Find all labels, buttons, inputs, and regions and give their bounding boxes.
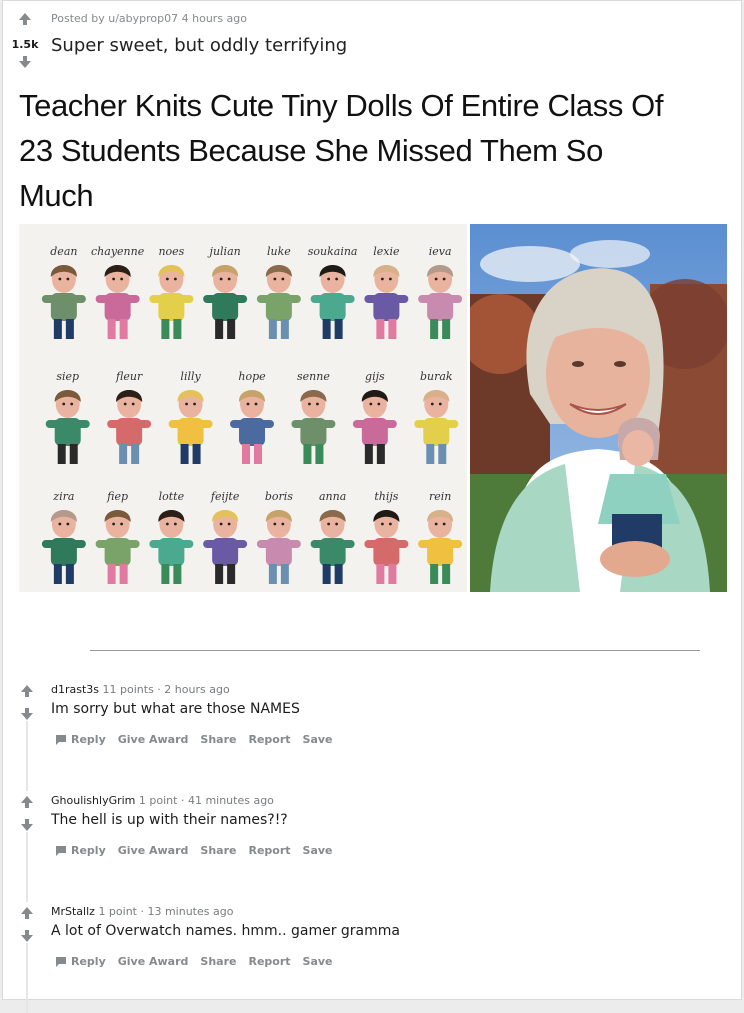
- save-button[interactable]: Save: [303, 955, 333, 968]
- downvote-icon[interactable]: [17, 54, 33, 70]
- doll-name-label: luke: [267, 245, 291, 258]
- doll-name-label: gijs: [365, 370, 385, 383]
- share-button[interactable]: Share: [200, 844, 236, 857]
- comment-meta: GhoulishlyGrim 1 point · 41 minutes ago: [51, 794, 274, 807]
- post-container: 1.5k Posted by u/abyprop07 4 hours ago S…: [2, 0, 742, 1013]
- doll-name-label: siep: [56, 370, 79, 383]
- post-score: 1.5k: [11, 38, 39, 51]
- report-label: Report: [248, 733, 291, 746]
- save-label: Save: [302, 844, 333, 857]
- doll-name-label: dean: [50, 245, 77, 258]
- reply-label: Reply: [71, 844, 106, 857]
- doll-name-label: burak: [420, 370, 453, 383]
- teacher-illustration: [470, 224, 727, 592]
- award-label: Give Award: [117, 844, 189, 857]
- comment-author[interactable]: d1rast3s: [51, 683, 99, 696]
- save-label: Save: [302, 955, 333, 968]
- doll-name-label: lexie: [373, 245, 400, 258]
- comment-actions: Reply Give Award Share Report Save: [55, 844, 333, 857]
- comment-author[interactable]: GhoulishlyGrim: [51, 794, 135, 807]
- doll-name-label: lotte: [159, 490, 185, 503]
- doll-name-label: feijte: [210, 490, 240, 503]
- upvote-icon[interactable]: [19, 683, 35, 699]
- upvote-icon[interactable]: [19, 905, 35, 921]
- downvote-icon[interactable]: [19, 928, 35, 944]
- comment-points-time: 1 point · 13 minutes ago: [98, 905, 234, 918]
- comment-meta: MrStallz 1 point · 13 minutes ago: [51, 905, 233, 918]
- doll-name-label: chayenne: [91, 245, 145, 258]
- downvote-icon[interactable]: [19, 817, 35, 833]
- comment-actions: Reply Give Award Share Report Save: [55, 733, 333, 746]
- doll-name-label: zira: [52, 490, 74, 503]
- give-award-button[interactable]: Give Award: [118, 733, 189, 746]
- award-label: Give Award: [117, 955, 189, 968]
- chat-bubble-icon: [56, 956, 66, 967]
- chat-bubble-icon: [56, 845, 66, 856]
- doll-name-label: lilly: [180, 370, 201, 383]
- report-button[interactable]: Report: [248, 844, 290, 857]
- chat-bubble-icon: [56, 734, 66, 745]
- reply-label: Reply: [71, 733, 106, 746]
- doll-name-label: fleur: [115, 370, 143, 383]
- report-button[interactable]: Report: [248, 733, 290, 746]
- doll-name-label: hope: [238, 370, 266, 383]
- save-button[interactable]: Save: [303, 844, 333, 857]
- report-label: Report: [248, 844, 291, 857]
- article-headline: Teacher Knits Cute Tiny Dolls Of Entire …: [19, 88, 664, 213]
- dolls-photo: dean chayenne noes julian luke soukaina lexie i…: [19, 224, 467, 592]
- thread-line[interactable]: [26, 721, 28, 791]
- downvote-icon[interactable]: [19, 706, 35, 722]
- doll-name-label: anna: [319, 490, 346, 503]
- comment-points-time: 1 point · 41 minutes ago: [138, 794, 274, 807]
- comment-meta: d1rast3s 11 points · 2 hours ago: [51, 683, 230, 696]
- divider: [90, 650, 700, 651]
- save-label: Save: [302, 733, 333, 746]
- doll-name-label: soukaina: [308, 245, 358, 258]
- reply-button[interactable]: Reply: [55, 955, 106, 968]
- give-award-button[interactable]: Give Award: [118, 955, 189, 968]
- post-meta[interactable]: Posted by u/abyprop07 4 hours ago: [51, 12, 247, 25]
- post-vote-column: [3, 11, 47, 27]
- give-award-button[interactable]: Give Award: [118, 844, 189, 857]
- reply-label: Reply: [71, 955, 106, 968]
- share-button[interactable]: Share: [200, 733, 236, 746]
- reply-button[interactable]: Reply: [55, 733, 106, 746]
- comment-vote-column: [19, 905, 39, 944]
- reply-button[interactable]: Reply: [55, 844, 106, 857]
- doll-name-label: senne: [297, 370, 330, 383]
- share-button[interactable]: Share: [200, 955, 236, 968]
- upvote-icon[interactable]: [17, 11, 33, 27]
- report-button[interactable]: Report: [248, 955, 290, 968]
- comment-points-time: 11 points · 2 hours ago: [102, 683, 230, 696]
- comment-body: Im sorry but what are those NAMES: [51, 701, 300, 717]
- comment-author[interactable]: MrStallz: [51, 905, 95, 918]
- share-label: Share: [200, 955, 237, 968]
- doll-name-label: julian: [207, 245, 241, 258]
- doll-name-label: rein: [429, 490, 451, 503]
- comment-body: A lot of Overwatch names. hmm.. gamer gr…: [51, 923, 400, 939]
- comment-vote-column: [19, 794, 39, 833]
- share-label: Share: [200, 733, 237, 746]
- save-button[interactable]: Save: [303, 733, 333, 746]
- upvote-icon[interactable]: [19, 794, 35, 810]
- comment-vote-column: [19, 683, 39, 722]
- thread-line[interactable]: [26, 832, 28, 902]
- doll-name-label: fiep: [106, 490, 128, 503]
- dolls-illustration: dean chayenne noes julian luke soukaina lexie i…: [19, 224, 467, 592]
- doll-name-label: boris: [265, 490, 293, 503]
- post-downvote-wrap: [3, 54, 47, 70]
- report-label: Report: [248, 955, 291, 968]
- thread-line[interactable]: [26, 943, 28, 1013]
- doll-name-label: noes: [158, 245, 184, 258]
- doll-name-label: ieva: [429, 245, 452, 258]
- teacher-photo: [470, 224, 727, 592]
- comment-body: The hell is up with their names?!?: [51, 812, 288, 828]
- comment-actions: Reply Give Award Share Report Save: [55, 955, 333, 968]
- award-label: Give Award: [117, 733, 189, 746]
- doll-name-label: thijs: [374, 490, 398, 503]
- share-label: Share: [200, 844, 237, 857]
- post-title[interactable]: Super sweet, but oddly terrifying: [51, 35, 347, 56]
